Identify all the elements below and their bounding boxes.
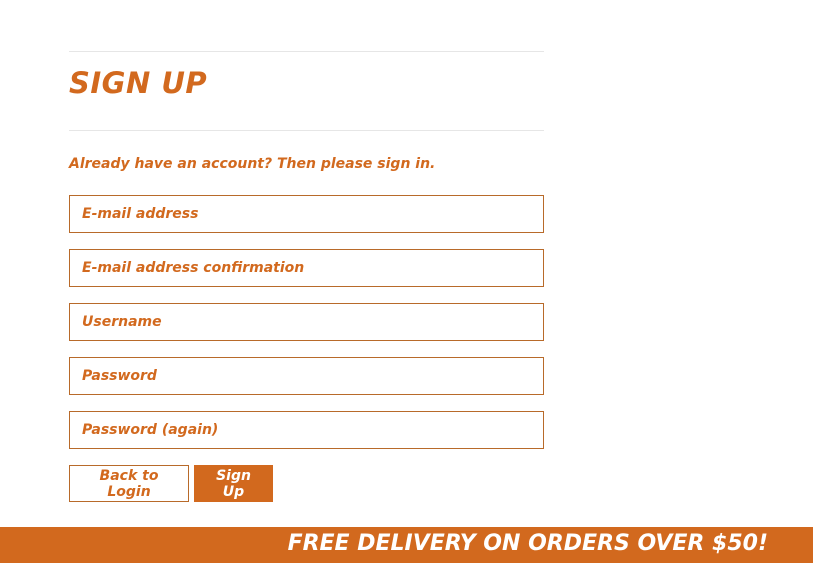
title-divider xyxy=(69,130,544,131)
email-confirmation-field[interactable] xyxy=(69,249,544,287)
page-title: SIGN UP xyxy=(69,66,208,100)
username-field[interactable] xyxy=(69,303,544,341)
sign-in-prompt[interactable]: Already have an account? Then please sig… xyxy=(69,156,435,172)
promo-banner: FREE DELIVERY ON ORDERS OVER $50! xyxy=(0,527,813,563)
password-again-field[interactable] xyxy=(69,411,544,449)
password-field[interactable] xyxy=(69,357,544,395)
promo-banner-text: FREE DELIVERY ON ORDERS OVER $50! xyxy=(287,531,768,556)
email-field[interactable] xyxy=(69,195,544,233)
top-divider xyxy=(69,51,544,52)
sign-up-button[interactable]: Sign Up xyxy=(194,465,273,502)
back-to-login-button[interactable]: Back to Login xyxy=(69,465,189,502)
signup-page: SIGN UP Already have an account? Then pl… xyxy=(0,0,813,577)
